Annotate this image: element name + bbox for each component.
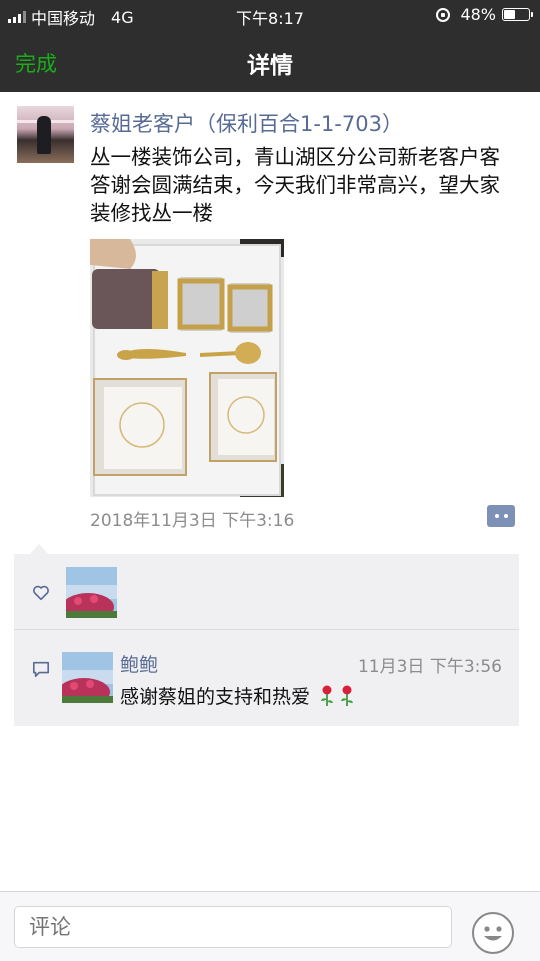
interactions-panel: 鲍鲍 11月3日 下午3:56 感谢蔡姐的支持和热爱: [14, 554, 519, 726]
poster-avatar[interactable]: [17, 106, 74, 163]
comment-bar: [0, 891, 540, 961]
post-photo[interactable]: [90, 239, 284, 497]
liker-avatar[interactable]: [66, 567, 117, 618]
comment-time: 11月3日 下午3:56: [357, 657, 502, 677]
rose-icon: [341, 685, 354, 706]
panel-caret: [30, 544, 48, 554]
page-title: 详情: [247, 53, 293, 79]
poster-name[interactable]: 蔡姐老客户（保利百合1-1-703）: [90, 108, 403, 138]
battery-icon: [502, 8, 533, 21]
gift-box-photo: [90, 239, 284, 497]
battery-fill: [504, 10, 515, 19]
status-right: 48%: [436, 5, 533, 24]
battery-percent: 48%: [460, 5, 496, 24]
likes-row: [14, 554, 519, 630]
more-actions-button[interactable]: [487, 505, 515, 527]
commenter-name[interactable]: 鲍鲍: [120, 650, 158, 677]
status-bar: 中国移动 4G 下午8:17 48%: [0, 0, 540, 30]
heart-icon: [33, 585, 49, 601]
rotation-lock-icon: [436, 7, 451, 22]
post-text: 丛一楼装饰公司，青山湖区分公司新老客户客答谢会圆满结束，今天我们非常高兴，望大家…: [90, 145, 500, 225]
comment-item[interactable]: 鲍鲍 11月3日 下午3:56 感谢蔡姐的支持和热爱: [14, 630, 519, 726]
nav-bar: 完成 详情: [0, 30, 540, 92]
commenter-avatar[interactable]: [62, 652, 113, 703]
more-actions-icon: [495, 514, 499, 518]
comment-input[interactable]: [14, 906, 452, 948]
emoji-button[interactable]: [472, 912, 514, 954]
comment-text: 感谢蔡姐的支持和热爱: [120, 686, 311, 708]
comment-text-line: 感谢蔡姐的支持和热爱: [120, 682, 356, 709]
smiley-icon: [484, 926, 502, 941]
post-timestamp: 2018年11月3日 下午3:16: [90, 511, 295, 531]
rose-icon: [321, 685, 334, 706]
comment-icon: [32, 661, 50, 678]
